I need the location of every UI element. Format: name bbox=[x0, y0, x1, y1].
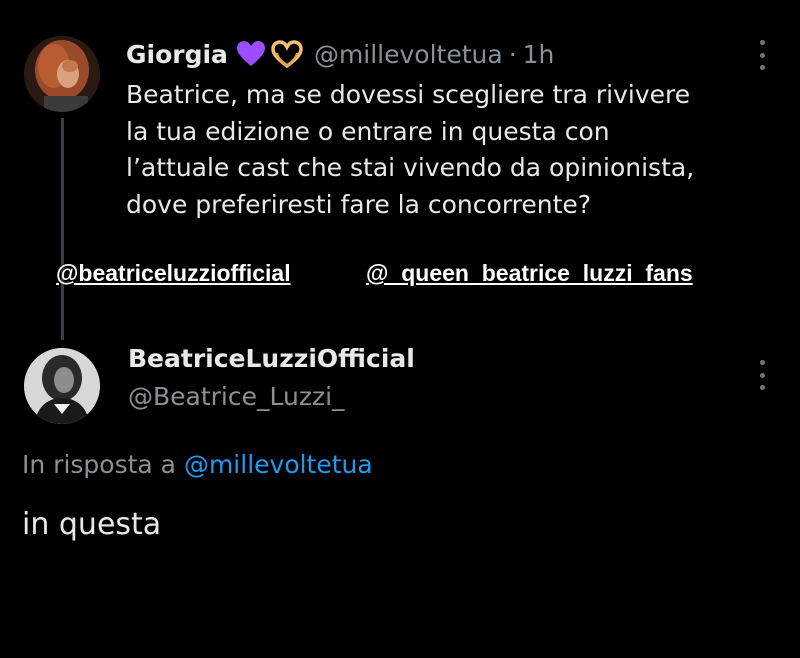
screenshot-root: Giorgia @millevoltetua · 1h Beatrice, ma… bbox=[0, 0, 800, 658]
display-name[interactable]: Giorgia bbox=[126, 40, 228, 69]
more-options-icon[interactable] bbox=[758, 360, 766, 390]
meta-separator: · bbox=[508, 39, 517, 69]
tweet-time[interactable]: 1h bbox=[523, 40, 555, 69]
reply-display-name[interactable]: BeatriceLuzziOfficial bbox=[128, 344, 415, 373]
tweet-header: Giorgia @millevoltetua · 1h bbox=[126, 36, 554, 72]
tweet-text: Beatrice, ma se dovessi scegliere tra ri… bbox=[126, 77, 766, 223]
tweet-handle[interactable]: @millevoltetua bbox=[314, 40, 503, 69]
thread-line bbox=[61, 118, 64, 340]
reply-to-prefix: In risposta a bbox=[22, 450, 176, 479]
overlay-mention-fans[interactable]: @_queen_beatrice_luzzi_fans bbox=[366, 260, 693, 292]
heart-hands-emoji-icon bbox=[270, 40, 304, 69]
more-options-icon[interactable] bbox=[758, 40, 766, 70]
avatar-beatrice[interactable] bbox=[24, 348, 100, 424]
tweet-text-line: l’attuale cast che stai vivendo da opini… bbox=[126, 153, 695, 182]
reply-to-line: In risposta a @millevoltetua bbox=[22, 450, 373, 479]
avatar-giorgia[interactable] bbox=[24, 36, 100, 112]
reply-to-handle-link[interactable]: @millevoltetua bbox=[184, 450, 373, 479]
purple-heart-emoji-icon bbox=[236, 40, 266, 68]
reply-text: in questa bbox=[22, 507, 162, 542]
tweet-text-line: dove preferiresti fare la concorrente? bbox=[126, 189, 592, 219]
tweet-text-line: la tua edizione o entrare in questa con bbox=[126, 116, 610, 146]
overlay-mention-official[interactable]: @beatriceluzziofficial bbox=[56, 260, 291, 292]
tweet-text-line: Beatrice, ma se dovessi scegliere tra ri… bbox=[126, 80, 691, 109]
reply-handle[interactable]: @Beatrice_Luzzi_ bbox=[128, 382, 345, 411]
